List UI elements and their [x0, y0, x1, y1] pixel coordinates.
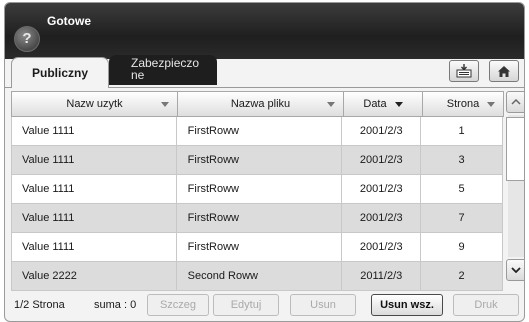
column-header-date[interactable]: Data	[343, 91, 423, 117]
import-icon	[456, 64, 472, 78]
table-row[interactable]: Value 1111 FirstRoww 2001/2/3 1	[11, 117, 503, 146]
table-header: Nazw uzytk Nazwa pliku Data Strona	[11, 91, 504, 117]
import-button[interactable]	[449, 60, 479, 82]
cell-filename: Second Roww	[176, 262, 343, 291]
chevron-down-icon	[487, 102, 495, 107]
cell-user: Value 1111	[11, 117, 177, 146]
home-icon	[498, 65, 510, 77]
edit-button[interactable]: Edytuj	[213, 294, 279, 316]
footer-bar: 1/2 Strona suma : 0 Szczeg Edytuj Usun U…	[5, 289, 524, 321]
help-icon[interactable]: ?	[14, 26, 40, 52]
cell-page: 5	[421, 175, 503, 204]
chevron-up-icon	[511, 99, 521, 105]
cell-date: 2011/2/3	[342, 262, 422, 291]
home-button[interactable]	[489, 60, 519, 82]
column-header-user[interactable]: Nazw uzytk	[11, 91, 178, 117]
cell-date: 2001/2/3	[342, 117, 422, 146]
table-scrollbar[interactable]	[506, 91, 524, 281]
cell-filename: FirstRoww	[176, 233, 343, 262]
cell-page: 1	[421, 117, 503, 146]
table-row[interactable]: Value 1111 FirstRoww 2001/2/3 5	[11, 175, 503, 204]
sort-down-icon	[394, 101, 403, 107]
scroll-thumb[interactable]	[506, 117, 524, 181]
cell-filename: FirstRoww	[176, 117, 343, 146]
column-header-label: Nazwa pliku	[230, 98, 291, 110]
column-header-page[interactable]: Strona	[422, 91, 504, 117]
scroll-up-button[interactable]	[506, 91, 524, 113]
tab-secured[interactable]: Zabezpieczo ne	[109, 55, 217, 85]
delete-button[interactable]: Usun	[290, 294, 356, 316]
cell-page: 2	[421, 262, 503, 291]
cell-user: Value 1111	[11, 233, 177, 262]
cell-user: Value 1111	[11, 146, 177, 175]
cell-page: 7	[421, 204, 503, 233]
table-row[interactable]: Value 1111 FirstRoww 2001/2/3 9	[11, 233, 503, 262]
cell-date: 2001/2/3	[342, 204, 422, 233]
app-window: ? Gotowe Zabezpieczo ne Publiczny Nazw u…	[4, 2, 525, 322]
cell-date: 2001/2/3	[342, 175, 422, 204]
delete-all-button[interactable]: Usun wsz.	[371, 294, 443, 316]
status-header: ? Gotowe	[5, 3, 524, 59]
cell-filename: FirstRoww	[176, 146, 343, 175]
chevron-down-icon	[327, 102, 335, 107]
table-row[interactable]: Value 1111 FirstRoww 2001/2/3 3	[11, 146, 503, 175]
cell-user: Value 1111	[11, 204, 177, 233]
table-row[interactable]: Value 1111 FirstRoww 2001/2/3 7	[11, 204, 503, 233]
cell-page: 9	[421, 233, 503, 262]
cell-date: 2001/2/3	[342, 146, 422, 175]
tab-secured-label-line2: ne	[131, 68, 145, 82]
cell-user: Value 1111	[11, 175, 177, 204]
chevron-down-icon	[161, 102, 169, 107]
print-button[interactable]: Druk	[453, 294, 519, 316]
cell-user: Value 2222	[11, 262, 177, 291]
cell-date: 2001/2/3	[342, 233, 422, 262]
cell-filename: FirstRoww	[176, 204, 343, 233]
chevron-down-icon	[511, 267, 521, 273]
sum-count: suma : 0	[94, 299, 137, 311]
tab-public[interactable]: Publiczny	[11, 57, 109, 88]
status-title: Gotowe	[47, 14, 91, 28]
cell-filename: FirstRoww	[176, 175, 343, 204]
details-button[interactable]: Szczeg	[147, 294, 209, 316]
table-row[interactable]: Value 2222 Second Roww 2011/2/3 2	[11, 262, 503, 291]
column-header-label: Data	[363, 98, 387, 110]
column-header-label: Nazw uzytk	[66, 98, 123, 110]
cell-page: 3	[421, 146, 503, 175]
job-table: Nazw uzytk Nazwa pliku Data Strona Value…	[11, 91, 504, 291]
column-header-label: Strona	[446, 98, 480, 110]
page-indicator: 1/2 Strona	[14, 299, 65, 311]
scroll-down-button[interactable]	[506, 259, 524, 281]
column-header-filename[interactable]: Nazwa pliku	[177, 91, 344, 117]
